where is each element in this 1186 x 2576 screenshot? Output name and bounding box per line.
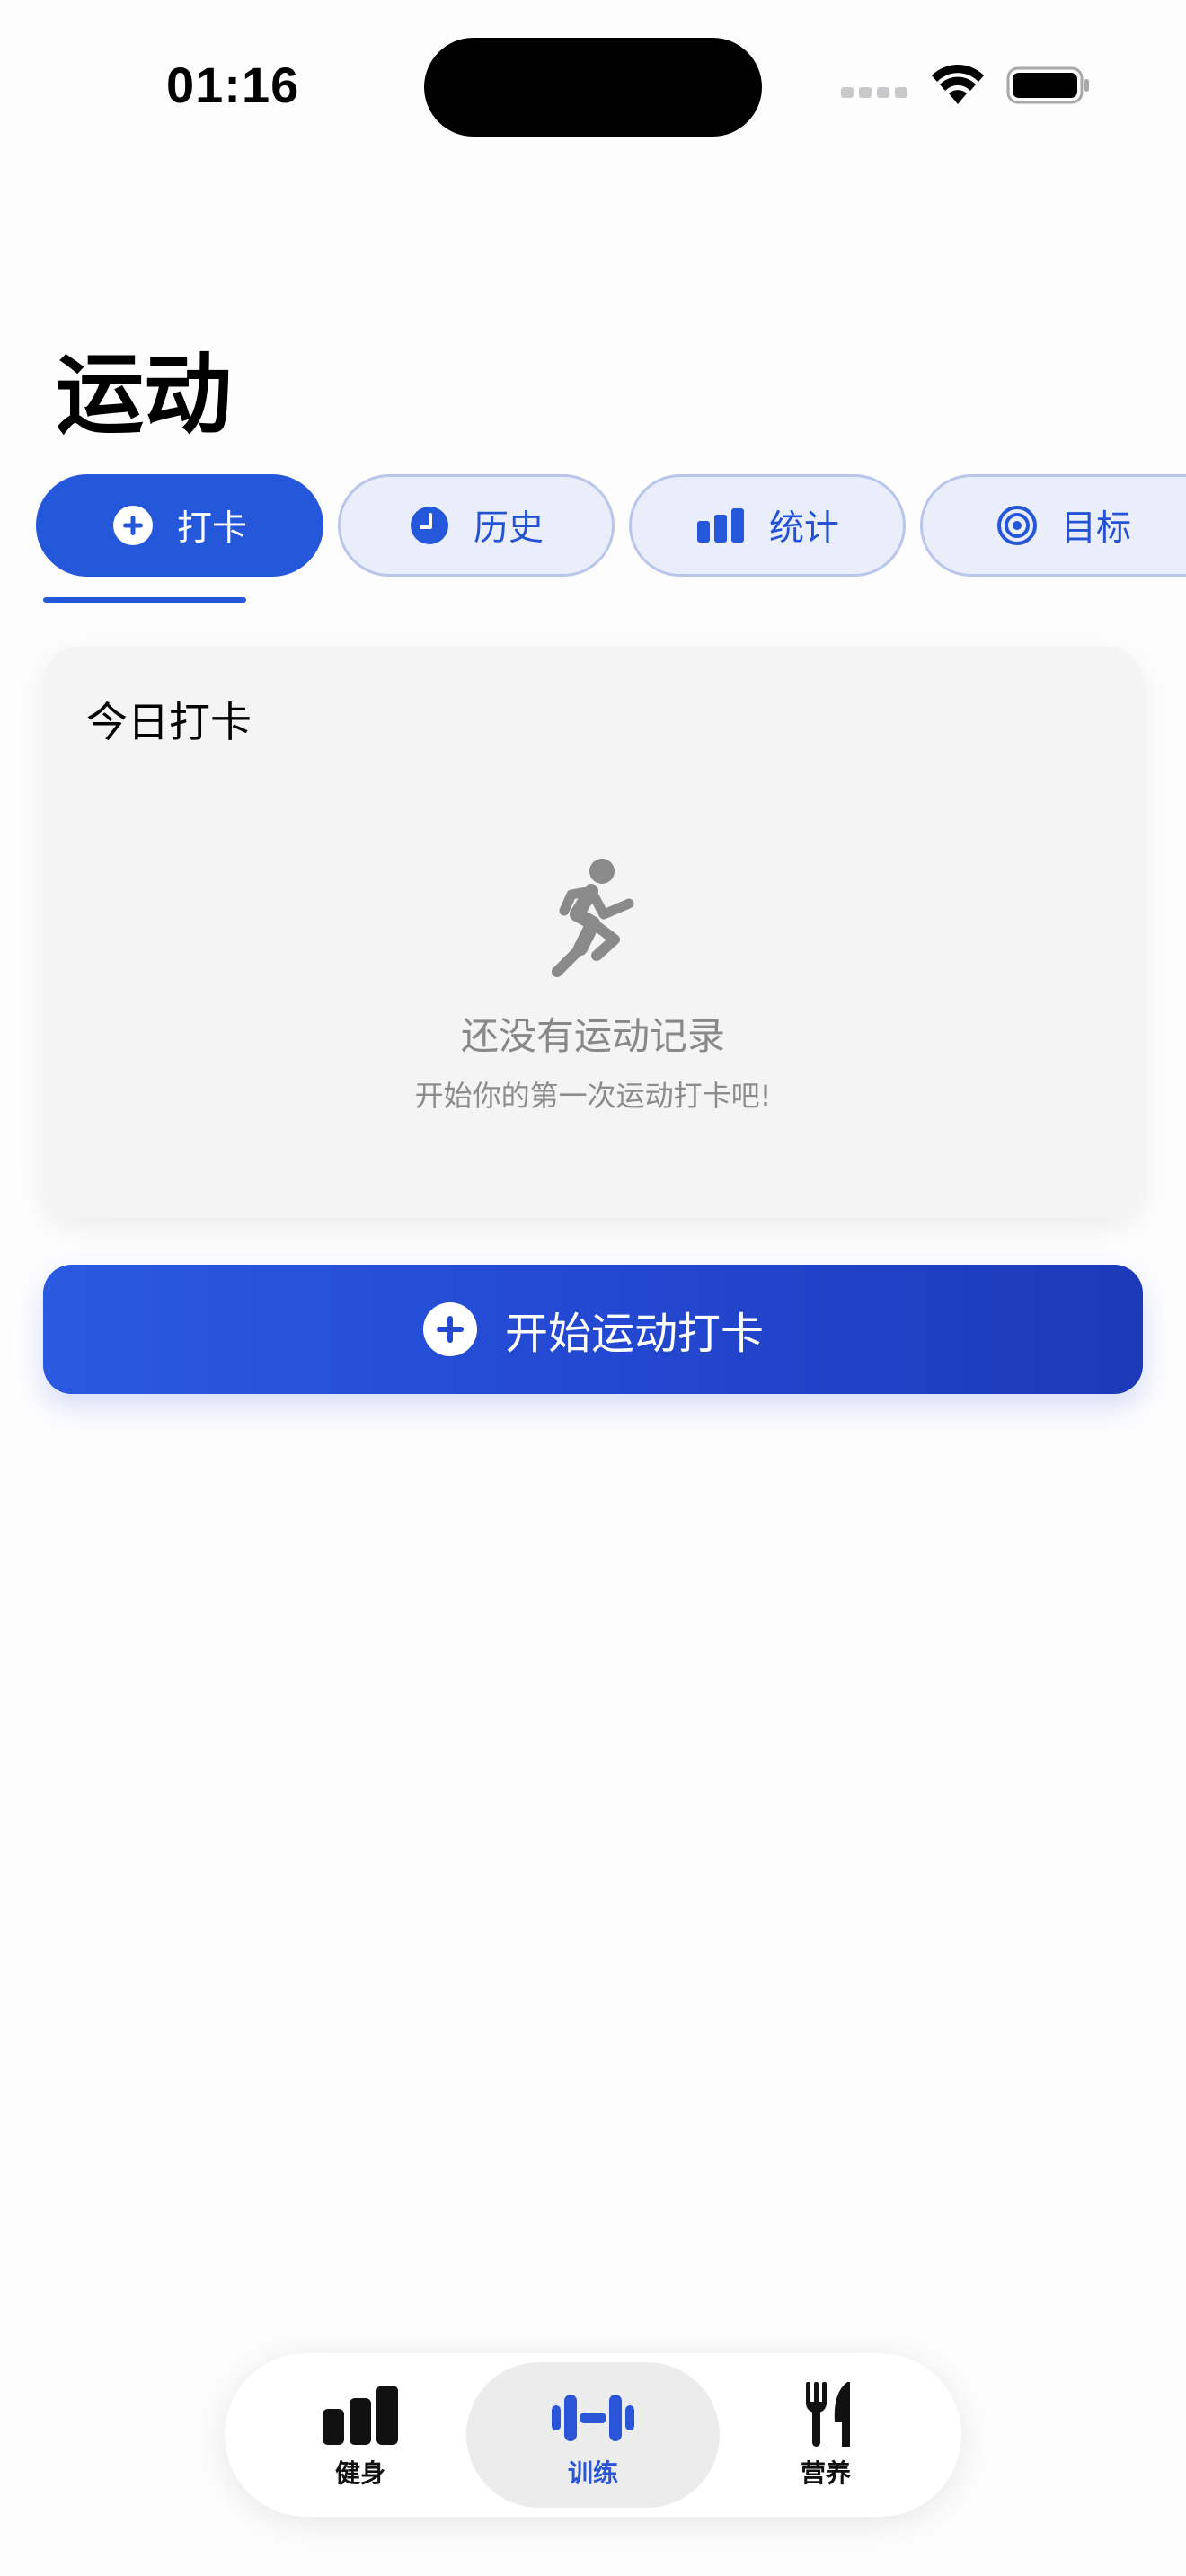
plus-circle-icon — [422, 1302, 477, 1356]
clock-icon — [410, 507, 448, 544]
bar-chart-icon — [696, 508, 744, 543]
tab-goals-label: 目标 — [1060, 508, 1131, 549]
wifi-icon — [932, 65, 984, 104]
screen: 01:16 运动 打卡 历史 统计 目标 今日打卡 还没有运动记录 开始你的第一… — [0, 0, 1186, 2576]
page-title: 运动 — [56, 345, 233, 444]
tabbar-item-fitness[interactable]: 健身 — [234, 2362, 487, 2508]
battery-icon — [1006, 66, 1089, 104]
cellular-signal-icon — [841, 87, 907, 98]
tabbar-item-nutrition[interactable]: 营养 — [699, 2362, 952, 2508]
status-indicators — [841, 63, 1091, 108]
empty-state-subtitle: 开始你的第一次运动打卡吧! — [414, 1079, 772, 1113]
active-tab-indicator — [43, 597, 246, 603]
tab-history[interactable]: 历史 — [338, 474, 615, 577]
empty-state-title: 还没有运动记录 — [460, 1014, 725, 1058]
tab-history-label: 历史 — [473, 508, 544, 549]
today-checkin-card: 今日打卡 还没有运动记录 开始你的第一次运动打卡吧! — [43, 647, 1143, 1218]
tabbar-label: 训练 — [567, 2458, 618, 2488]
plus-circle-icon — [112, 506, 153, 545]
bottom-tab-bar: 健身 训练 营养 — [225, 2353, 961, 2517]
tab-statistics[interactable]: 统计 — [629, 474, 906, 577]
target-icon — [996, 506, 1037, 545]
dumbbell-icon — [552, 2395, 634, 2441]
tabbar-label: 健身 — [334, 2458, 385, 2488]
dynamic-island — [424, 38, 762, 137]
fork-knife-icon — [806, 2382, 850, 2447]
bar-chart-icon — [323, 2386, 398, 2445]
status-time: 01:16 — [166, 57, 300, 113]
runner-icon — [552, 859, 634, 977]
start-workout-checkin-button[interactable]: 开始运动打卡 — [43, 1265, 1143, 1394]
tab-checkin-label: 打卡 — [176, 508, 247, 549]
tabbar-label: 营养 — [800, 2458, 851, 2488]
card-title: 今日打卡 — [86, 698, 252, 746]
tab-goals[interactable]: 目标 — [920, 474, 1186, 577]
tab-checkin[interactable]: 打卡 — [36, 474, 323, 577]
start-button-label: 开始运动打卡 — [504, 1309, 764, 1359]
tabbar-item-training[interactable]: 训练 — [466, 2362, 720, 2508]
tab-statistics-label: 统计 — [768, 508, 839, 549]
segment-tabs: 打卡 历史 统计 目标 — [36, 474, 1186, 577]
